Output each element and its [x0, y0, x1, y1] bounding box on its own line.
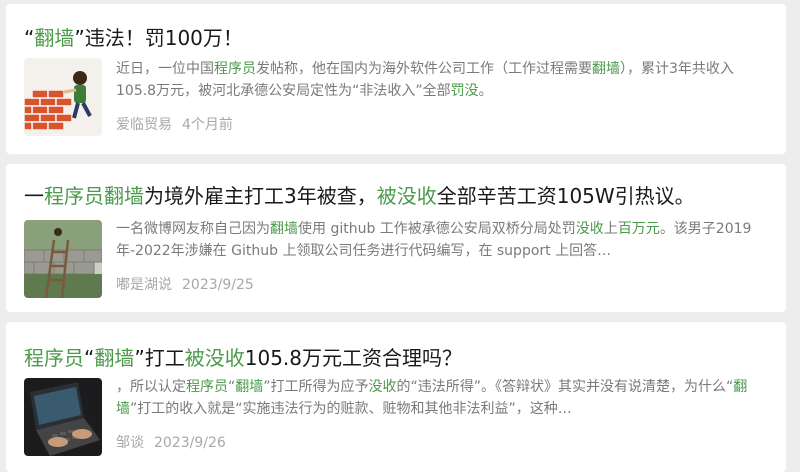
- article-meta: 邹谈 2023/9/26: [116, 432, 226, 452]
- text-segment: 近日，一位中国: [116, 61, 214, 77]
- text-segment: ，所以认定: [116, 379, 186, 395]
- article-meta: 嘟是湖说 2023/9/25: [116, 274, 254, 294]
- ladder-wall-image: [24, 220, 102, 298]
- text-segment: 一: [24, 184, 44, 208]
- article-excerpt: 近日，一位中国程序员发帖称，他在国内为海外软件公司工作（工作过程需要翻墙），累计…: [116, 58, 768, 102]
- article-excerpt: ，所以认定程序员“翻墙”打工所得为应予没收的“违法所得”。《答辩状》其实并没有说…: [116, 376, 768, 420]
- article-meta: 爱临贸易 4个月前: [116, 114, 233, 134]
- article-card[interactable]: 一程序员翻墙为境外雇主打工3年被查，被没收全部辛苦工资105W引热议。 一名微博…: [6, 164, 786, 312]
- article-source[interactable]: 嘟是湖说: [116, 277, 172, 293]
- article-time: 2023/9/25: [182, 277, 254, 293]
- keyword-highlight: 没收: [575, 221, 604, 237]
- article-excerpt: 一名微博网友称自己因为翻墙使用 github 工作被承德公安局双桥分局处罚没收上…: [116, 218, 768, 262]
- keyword-highlight: 被没收: [376, 184, 437, 208]
- keyword-highlight: 程序员: [24, 346, 84, 370]
- article-time: 4个月前: [182, 117, 233, 133]
- laptop-typing-image: [24, 378, 102, 456]
- article-title[interactable]: “翻墙”违法！罚100万！: [24, 22, 770, 51]
- text-segment: 105.8万元工资合理吗？: [244, 346, 463, 370]
- text-segment: “: [24, 26, 35, 50]
- article-card[interactable]: “翻墙”违法！罚100万！ 近日，一位中国程序员发帖称，他在国内为海外软件公司工…: [6, 4, 786, 154]
- text-segment: 的“违法所得”。《答辩状》其实并没有说清楚，为什么“: [396, 379, 734, 395]
- text-segment: 为境外雇主打工3年被查，: [144, 184, 377, 208]
- keyword-highlight: 程序员: [44, 184, 104, 208]
- keyword-highlight: 翻墙: [104, 184, 144, 208]
- keyword-highlight: 翻墙: [235, 379, 264, 395]
- keyword-highlight: 翻墙: [270, 221, 298, 237]
- keyword-highlight: 被没收: [184, 346, 245, 370]
- keyword-highlight: 罚没: [450, 83, 479, 99]
- text-segment: 上: [603, 221, 618, 237]
- text-segment: ”打工: [134, 346, 185, 370]
- article-source[interactable]: 邹谈: [116, 435, 144, 451]
- article-time: 2023/9/26: [154, 435, 226, 451]
- text-segment: ”打工的收入就是“实施违法行为的赃款、赃物和其他非法利益”，这种…: [130, 401, 572, 417]
- text-segment: ”违法！罚100万！: [74, 26, 243, 50]
- keyword-highlight: 翻墙: [94, 346, 135, 370]
- article-source[interactable]: 爱临贸易: [116, 117, 172, 133]
- keyword-highlight: 程序员: [214, 61, 256, 77]
- text-segment: 。: [478, 83, 493, 99]
- text-segment: 使用 github 工作被承德公安局双桥分局处罚: [298, 221, 576, 237]
- article-title[interactable]: 程序员“翻墙”打工被没收105.8万元工资合理吗？: [24, 342, 770, 371]
- text-segment: “: [84, 346, 95, 370]
- keyword-highlight: 翻墙: [34, 26, 75, 50]
- keyword-highlight: 程序员: [186, 379, 228, 395]
- text-segment: ”打工所得为应予: [263, 379, 369, 395]
- article-card[interactable]: 程序员“翻墙”打工被没收105.8万元工资合理吗？ ，所以认定程序员“翻墙”打工…: [6, 322, 786, 472]
- keyword-highlight: 没收: [368, 379, 397, 395]
- text-segment: 发帖称，他在国内为海外软件公司工作（工作过程需要: [256, 61, 592, 77]
- text-segment: 全部辛苦工资105W引热议。: [436, 184, 695, 208]
- brick-wall-climber-image: [24, 58, 102, 136]
- keyword-highlight: 百万元: [617, 221, 660, 237]
- text-segment: 一名微博网友称自己因为: [116, 221, 270, 237]
- keyword-highlight: 翻墙: [592, 61, 620, 77]
- article-title[interactable]: 一程序员翻墙为境外雇主打工3年被查，被没收全部辛苦工资105W引热议。: [24, 180, 770, 209]
